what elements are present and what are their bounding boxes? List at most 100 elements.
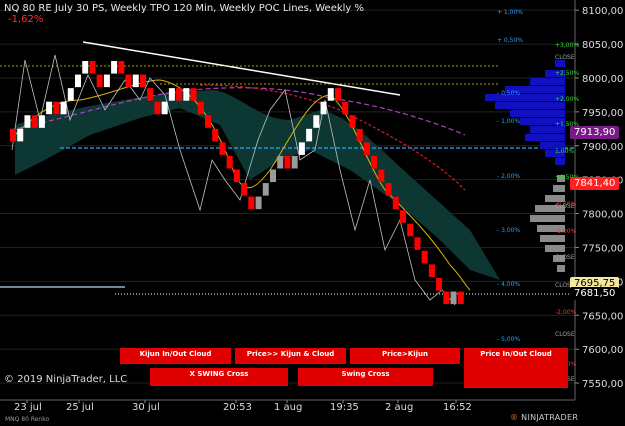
profile-label: -1,00%	[555, 228, 577, 235]
renko-brick[interactable]	[17, 128, 24, 142]
price-tick-label: 8050,00	[582, 40, 623, 51]
renko-brick[interactable]	[241, 183, 248, 196]
renko-brick[interactable]	[270, 169, 276, 183]
renko-brick[interactable]	[306, 128, 313, 142]
renko-brick[interactable]	[385, 183, 392, 196]
price-tick-label: 8000,00	[582, 74, 623, 85]
profile-bar-down	[553, 185, 565, 192]
renko-brick[interactable]	[219, 142, 226, 155]
renko-brick[interactable]	[407, 223, 414, 237]
renko-brick[interactable]	[125, 74, 132, 88]
profile-label: CLOSE	[555, 254, 575, 261]
price-tick-label: 7800,00	[582, 210, 623, 221]
renko-brick[interactable]	[436, 277, 443, 291]
pct-level-label: - 3,00%	[497, 227, 520, 234]
renko-brick[interactable]	[132, 74, 139, 88]
renko-brick[interactable]	[31, 115, 38, 128]
renko-brick[interactable]	[82, 61, 89, 74]
renko-brick[interactable]	[53, 101, 60, 115]
price-tag: 7841,40	[570, 177, 620, 190]
renko-brick[interactable]	[111, 61, 118, 74]
renko-brick[interactable]	[140, 74, 146, 88]
renko-brick[interactable]	[89, 61, 96, 74]
profile-bar-down	[545, 245, 565, 252]
renko-brick[interactable]	[378, 169, 385, 183]
ninjatrader-logo: ® NINJATRADER	[510, 413, 578, 422]
profile-bar-down	[540, 235, 565, 242]
renko-brick[interactable]	[291, 155, 298, 169]
price-tag: 7913,90	[570, 126, 620, 139]
renko-brick[interactable]	[262, 183, 269, 196]
renko-brick[interactable]	[24, 115, 31, 128]
renko-brick[interactable]	[176, 88, 183, 101]
renko-brick[interactable]	[248, 196, 255, 210]
pct-level-label: - 0,50%	[497, 90, 520, 97]
price-tick-label: 8100,00	[582, 6, 623, 17]
renko-brick[interactable]	[392, 196, 399, 210]
renko-brick[interactable]	[60, 101, 67, 115]
signal-price-in-out-cloud[interactable]: Price In/Out Cloud	[464, 348, 568, 388]
renko-brick[interactable]	[212, 128, 219, 142]
renko-brick[interactable]	[356, 128, 363, 142]
renko-brick[interactable]	[147, 88, 154, 101]
logo-text: NINJATRADER	[521, 413, 579, 422]
renko-brick[interactable]	[205, 115, 211, 128]
time-tick-label: 20:53	[223, 402, 252, 413]
renko-brick[interactable]	[168, 88, 175, 101]
renko-brick[interactable]	[457, 291, 464, 305]
profile-label: +2,00%	[555, 96, 579, 103]
renko-brick[interactable]	[75, 74, 81, 88]
time-tick-label: 16:52	[443, 402, 472, 413]
renko-brick[interactable]	[96, 74, 103, 88]
time-tick-label: 1 aug	[274, 402, 302, 413]
renko-brick[interactable]	[327, 88, 334, 101]
renko-brick[interactable]	[298, 142, 305, 155]
renko-brick[interactable]	[161, 101, 168, 115]
signal-kijun-in-out-cloud[interactable]: Kijun In/Out Cloud	[120, 348, 231, 364]
price-tag: 7681,50	[570, 287, 620, 300]
renko-brick[interactable]	[443, 291, 450, 305]
renko-brick[interactable]	[414, 237, 421, 250]
signal-swing-cross[interactable]: Swing Cross	[298, 368, 433, 386]
profile-label: +3,00%	[555, 42, 579, 49]
price-tick-label: 7750,00	[582, 243, 623, 254]
renko-brick[interactable]	[428, 264, 435, 277]
renko-brick[interactable]	[67, 88, 74, 101]
profile-label: -0,50%	[555, 201, 577, 208]
renko-brick[interactable]	[197, 101, 204, 115]
renko-brick[interactable]	[363, 142, 370, 155]
time-axis[interactable]: 23 jul 25 jul 30 jul 20:53 1 aug 19:35 2 aug 16…	[14, 400, 472, 413]
time-tick-label: 19:35	[330, 402, 359, 413]
renko-brick[interactable]	[320, 101, 327, 115]
renko-brick[interactable]	[255, 196, 262, 210]
signal-price-kijun[interactable]: Price>Kijun	[350, 348, 460, 364]
renko-brick[interactable]	[190, 88, 197, 101]
renko-brick[interactable]	[277, 155, 284, 169]
profile-label: +2,50%	[555, 70, 579, 77]
signal-price-kijun-cloud[interactable]: Price>> Kijun & Cloud	[235, 348, 346, 364]
renko-brick[interactable]	[313, 115, 320, 128]
renko-brick[interactable]	[335, 88, 341, 101]
renko-brick[interactable]	[38, 115, 45, 128]
signal-x-swing-cross[interactable]: X SWING Cross	[150, 368, 288, 386]
price-axis[interactable]: 8100,008050,008000,007950,007900,007850,…	[0, 0, 623, 401]
renko-brick[interactable]	[349, 115, 356, 128]
renko-brick[interactable]	[103, 74, 110, 88]
renko-brick[interactable]	[421, 250, 428, 264]
renko-brick[interactable]	[400, 210, 406, 223]
renko-brick[interactable]	[371, 155, 378, 169]
renko-brick[interactable]	[118, 61, 125, 74]
renko-brick[interactable]	[183, 88, 190, 101]
renko-brick[interactable]	[233, 169, 240, 183]
renko-brick[interactable]	[342, 101, 349, 115]
renko-brick[interactable]	[284, 155, 291, 169]
renko-brick[interactable]	[46, 101, 53, 115]
pct-level-label: - 4,00%	[497, 281, 520, 288]
renko-brick[interactable]	[450, 291, 457, 305]
instrument-label: MNQ 80 Renko	[5, 416, 50, 423]
renko-brick[interactable]	[226, 155, 233, 169]
renko-brick[interactable]	[154, 101, 161, 115]
time-tick-label: 2 aug	[385, 402, 413, 413]
profile-label: -2,00%	[555, 309, 577, 316]
renko-brick[interactable]	[10, 128, 16, 142]
